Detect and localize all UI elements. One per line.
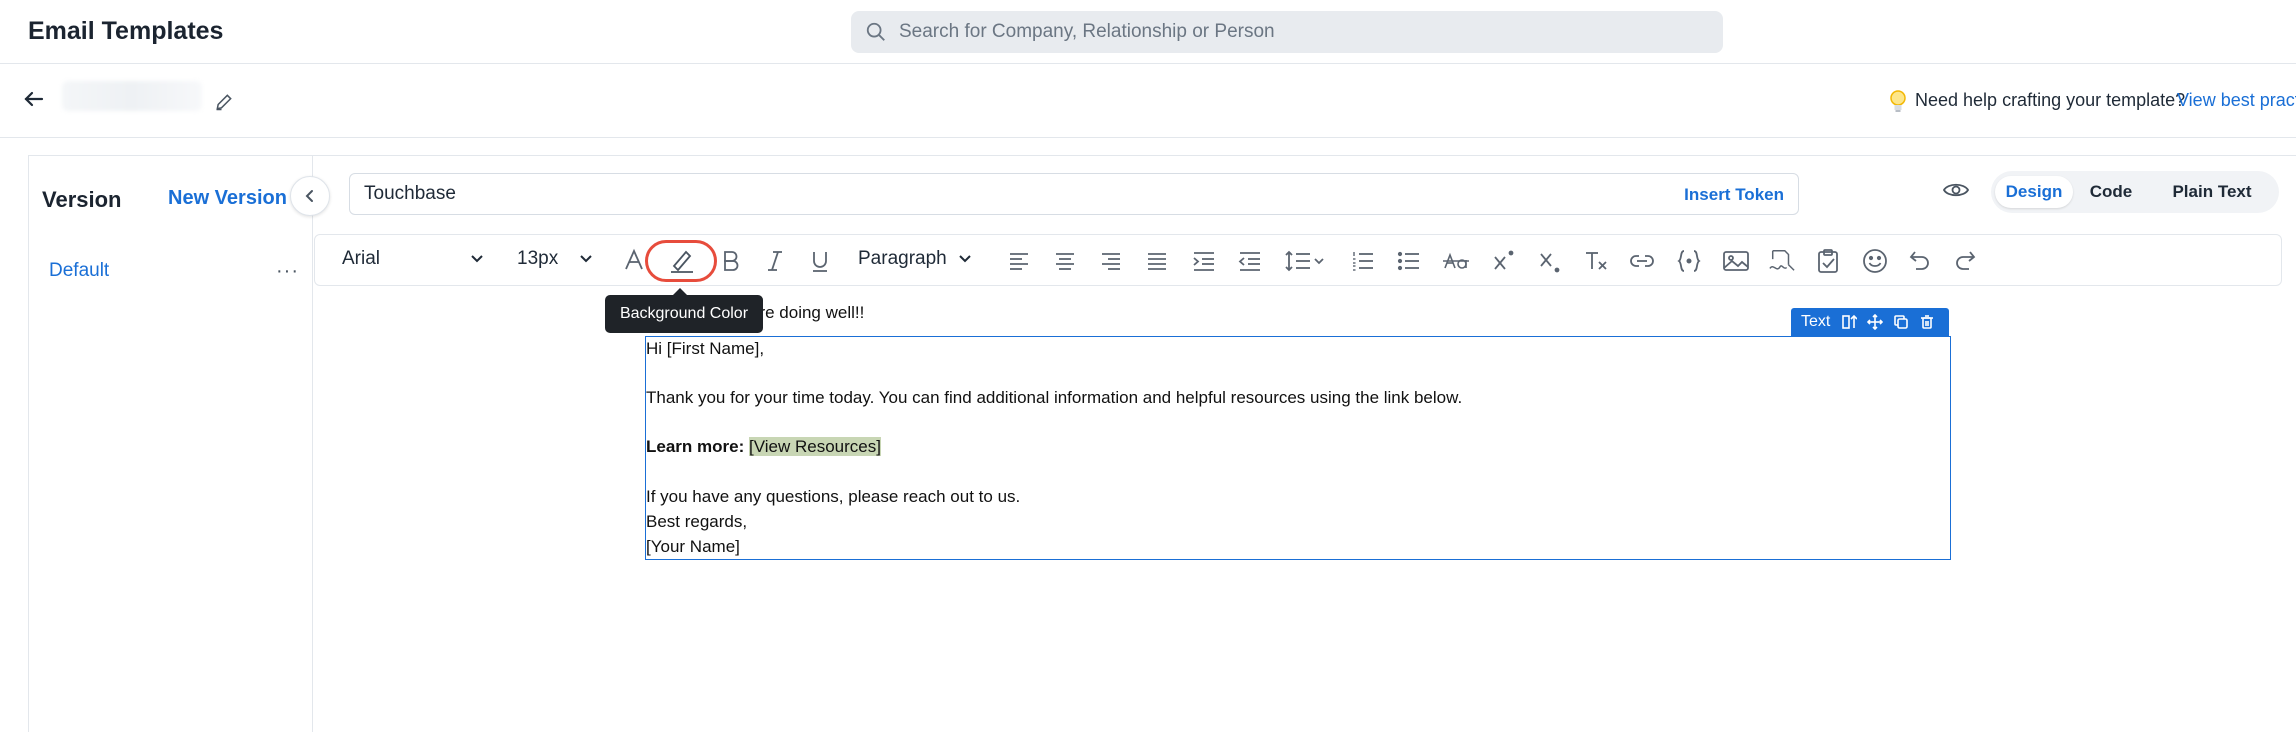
image-icon[interactable] (1722, 248, 1750, 274)
superscript-icon[interactable] (1492, 248, 1516, 274)
undo-icon[interactable] (1908, 248, 1932, 274)
chevron-down-icon[interactable] (470, 254, 484, 264)
email-canvas[interactable]: are doing well!! Text Hi [First Name], T… (314, 294, 2296, 732)
align-center-icon[interactable] (1054, 248, 1076, 274)
help-text: Need help crafting your template? (1915, 90, 2186, 110)
tab-plain-text[interactable]: Plain Text (2149, 176, 2275, 208)
version-title: Version (42, 187, 122, 212)
search-bar[interactable] (851, 11, 1723, 53)
greeting-line: are doing well!! (750, 303, 865, 322)
block-type-label: Text (1801, 313, 1831, 330)
eye-icon[interactable] (1942, 180, 1970, 200)
move-icon[interactable] (1867, 314, 1883, 330)
editor-area: Insert Token Design Code Plain Text Aria… (314, 156, 2296, 732)
subject-input[interactable] (364, 174, 1564, 214)
text-color-icon[interactable] (623, 248, 645, 274)
editor-mode-switch: Design Code Plain Text (1991, 171, 2279, 213)
outdent-icon[interactable] (1238, 248, 1262, 274)
bold-icon[interactable] (720, 248, 740, 274)
body-line-thanks: Thank you for your time today. You can f… (646, 388, 1463, 407)
body-line-regards: Best regards, (646, 512, 748, 531)
numbered-list-icon[interactable] (1351, 248, 1375, 274)
template-name (62, 81, 202, 111)
new-version-button[interactable]: New Version (168, 187, 287, 210)
search-icon (866, 22, 885, 41)
align-right-icon[interactable] (1100, 248, 1122, 274)
redo-icon[interactable] (1953, 248, 1977, 274)
clipboard-check-icon[interactable] (1815, 248, 1841, 274)
best-practices-link[interactable]: View best practi (2177, 90, 2296, 111)
search-input[interactable] (899, 11, 1699, 53)
body-line-greeting: Hi [First Name], (646, 339, 765, 358)
version-item-default[interactable]: Default (49, 260, 109, 282)
body-line-learn-more: Learn more: [View Resources] (646, 437, 881, 457)
indent-icon[interactable] (1192, 248, 1216, 274)
background-color-icon[interactable] (668, 248, 696, 274)
link-icon[interactable] (1628, 248, 1656, 274)
block-format-select[interactable]: Paragraph (858, 248, 947, 270)
body-line-questions: If you have any questions, please reach … (646, 487, 1021, 506)
align-left-icon[interactable] (1008, 248, 1030, 274)
signature-icon[interactable] (1767, 248, 1797, 274)
token-braces-icon[interactable] (1676, 248, 1702, 274)
text-block[interactable]: Hi [First Name], Thank you for your time… (645, 336, 1951, 560)
font-family-select[interactable]: Arial (342, 248, 380, 270)
back-arrow-icon[interactable] (22, 87, 46, 111)
tab-design[interactable]: Design (1995, 176, 2073, 208)
chevron-down-icon[interactable] (958, 254, 972, 264)
template-header-bar: Need help crafting your template? View b… (0, 65, 2296, 138)
subject-field[interactable]: Insert Token (349, 173, 1799, 215)
strikethrough-icon[interactable] (1442, 248, 1470, 274)
body-line-signature: [Your Name] (646, 537, 740, 556)
top-bar: Email Templates (0, 0, 2296, 64)
delete-icon[interactable] (1919, 314, 1935, 330)
subscript-icon[interactable] (1538, 248, 1562, 274)
more-options-icon[interactable]: ··· (276, 260, 299, 283)
learn-more-label: Learn more: (646, 437, 745, 456)
background-color-tooltip: Background Color (605, 288, 763, 333)
underline-icon[interactable] (810, 248, 830, 274)
clear-formatting-icon[interactable] (1583, 248, 1609, 274)
align-justify-icon[interactable] (1146, 248, 1168, 274)
font-size-select[interactable]: 13px (517, 248, 558, 270)
view-resources-link[interactable]: [View Resources] (748, 437, 881, 456)
bullet-list-icon[interactable] (1397, 248, 1421, 274)
version-panel: Version New Version Default ··· (28, 156, 330, 732)
line-height-icon[interactable] (1284, 248, 1328, 274)
emoji-icon[interactable] (1861, 248, 1889, 274)
duplicate-icon[interactable] (1893, 314, 1909, 330)
swap-block-icon[interactable] (1841, 314, 1857, 330)
italic-icon[interactable] (765, 248, 785, 274)
tab-code[interactable]: Code (2079, 176, 2143, 208)
pencil-icon[interactable] (214, 92, 234, 112)
page-title: Email Templates (28, 17, 224, 45)
block-toolbar: Text (1791, 308, 1949, 336)
insert-token-button[interactable]: Insert Token (1684, 185, 1784, 205)
chevron-down-icon[interactable] (579, 254, 593, 264)
formatting-toolbar: Arial 13px Paragraph (314, 234, 2282, 286)
lightbulb-icon (1890, 90, 1906, 112)
